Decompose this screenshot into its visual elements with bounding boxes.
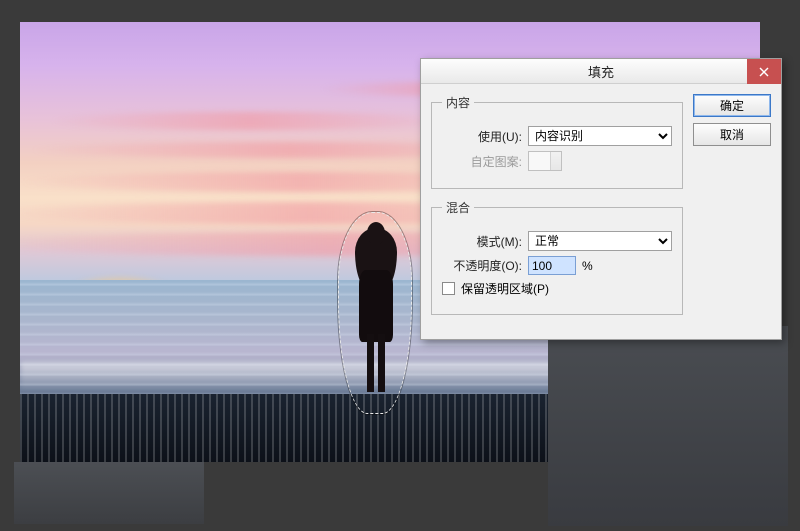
preserve-row: 保留透明区域(P) xyxy=(442,280,672,297)
background-panel-right xyxy=(548,326,788,526)
blend-legend: 混合 xyxy=(442,199,474,216)
opacity-input[interactable] xyxy=(528,256,576,275)
opacity-row: 不透明度(O): % xyxy=(442,256,672,275)
silhouette-figure xyxy=(345,222,405,397)
use-row: 使用(U): 内容识别 xyxy=(442,126,672,146)
fill-dialog: 填充 内容 使用(U): 内容识别 自定图案: xyxy=(420,58,782,340)
mode-row: 模式(M): 正常 xyxy=(442,231,672,251)
dialog-left-column: 内容 使用(U): 内容识别 自定图案: 混合 模式(M): xyxy=(431,94,683,325)
use-select[interactable]: 内容识别 xyxy=(528,126,672,146)
custom-pattern-row: 自定图案: xyxy=(442,151,672,171)
blend-group: 混合 模式(M): 正常 不透明度(O): % 保留透明区域(P) xyxy=(431,199,683,315)
opacity-label: 不透明度(O): xyxy=(442,257,522,274)
cancel-button-label: 取消 xyxy=(720,126,744,143)
mode-select[interactable]: 正常 xyxy=(528,231,672,251)
ok-button[interactable]: 确定 xyxy=(693,94,771,117)
custom-pattern-picker xyxy=(528,151,562,171)
cancel-button[interactable]: 取消 xyxy=(693,123,771,146)
use-label: 使用(U): xyxy=(442,128,522,145)
dialog-titlebar[interactable]: 填充 xyxy=(421,59,781,84)
content-group: 内容 使用(U): 内容识别 自定图案: xyxy=(431,94,683,189)
opacity-suffix: % xyxy=(582,259,593,273)
preserve-transparency-checkbox[interactable] xyxy=(442,282,455,295)
ok-button-label: 确定 xyxy=(720,97,744,114)
dialog-right-column: 确定 取消 xyxy=(693,94,771,325)
mode-label: 模式(M): xyxy=(442,233,522,250)
content-legend: 内容 xyxy=(442,94,474,111)
dialog-title: 填充 xyxy=(588,62,614,81)
close-button[interactable] xyxy=(747,59,781,84)
dialog-body: 内容 使用(U): 内容识别 自定图案: 混合 模式(M): xyxy=(421,84,781,339)
preserve-transparency-label: 保留透明区域(P) xyxy=(461,280,549,297)
close-icon xyxy=(759,67,769,77)
custom-pattern-label: 自定图案: xyxy=(442,153,522,170)
background-panel-left xyxy=(14,462,204,524)
